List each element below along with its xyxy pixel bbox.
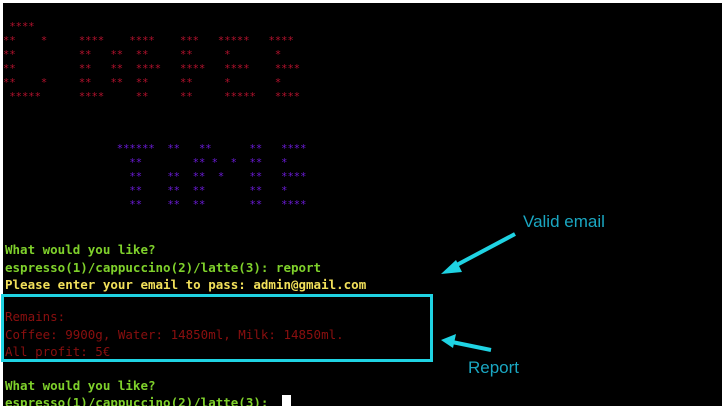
terminal-window: **** ** * **** **** *** ***** **** ** **… [0, 0, 727, 409]
report-annotation: Report [468, 358, 520, 377]
annotation-arrows [441, 232, 516, 352]
valid-email-arrow [441, 232, 516, 274]
report-arrow [441, 334, 492, 352]
valid-email-annotation: Valid email [523, 212, 605, 231]
